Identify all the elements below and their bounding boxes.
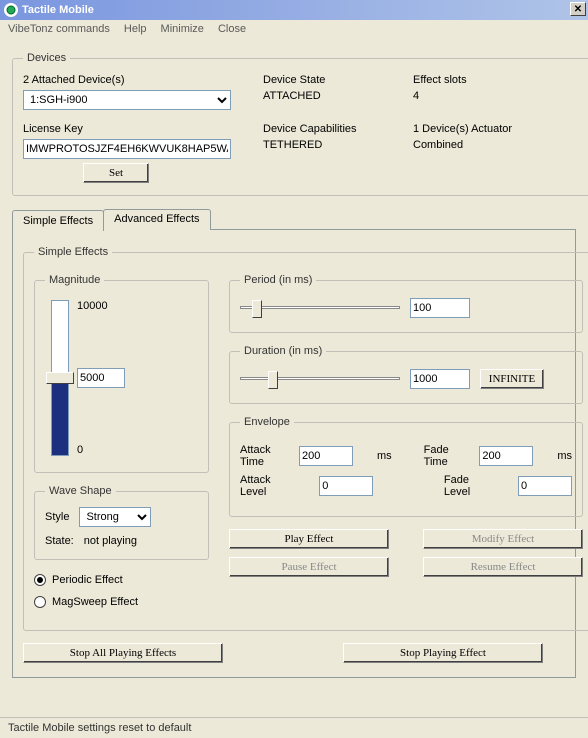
radio-periodic[interactable]: Periodic Effect xyxy=(34,574,209,586)
fade-time-label: Fade Time xyxy=(424,444,456,468)
magnitude-legend: Magnitude xyxy=(45,274,104,286)
device-caps-value: TETHERED xyxy=(263,139,322,151)
actuator-value: Combined xyxy=(413,139,463,151)
window-title: Tactile Mobile xyxy=(22,4,94,16)
magnitude-min: 0 xyxy=(77,444,125,456)
attack-level-label: Attack Level xyxy=(240,474,295,498)
magnitude-max: 10000 xyxy=(77,300,125,312)
duration-input[interactable] xyxy=(410,369,470,389)
resume-effect-button[interactable]: Resume Effect xyxy=(423,557,583,577)
devices-group: Devices 2 Attached Device(s) 1:SGH-i900 … xyxy=(12,52,588,196)
fade-level-label: Fade Level xyxy=(444,474,494,498)
pause-effect-button[interactable]: Pause Effect xyxy=(229,557,389,577)
device-state-value: ATTACHED xyxy=(263,90,321,102)
style-select[interactable]: Strong xyxy=(79,507,151,527)
radio-icon xyxy=(34,574,46,586)
attack-time-label: Attack Time xyxy=(240,444,275,468)
period-group: Period (in ms) xyxy=(229,274,583,333)
envelope-group: Envelope Attack Time ms Fade Time ms Att… xyxy=(229,416,583,517)
actuator-label: 1 Device(s) Actuator xyxy=(413,123,583,135)
magnitude-input[interactable] xyxy=(77,368,125,388)
period-slider[interactable] xyxy=(240,296,400,320)
waveshape-group: Wave Shape Style Strong State: not playi… xyxy=(34,485,209,560)
envelope-legend: Envelope xyxy=(240,416,294,428)
fade-time-input[interactable] xyxy=(479,446,533,466)
period-legend: Period (in ms) xyxy=(240,274,316,286)
period-input[interactable] xyxy=(410,298,470,318)
attack-level-input[interactable] xyxy=(319,476,373,496)
magnitude-group: Magnitude 10000 0 xyxy=(34,274,209,473)
stop-all-button[interactable]: Stop All Playing Effects xyxy=(23,643,223,663)
radio-magsweep-label: MagSweep Effect xyxy=(52,596,138,608)
play-effect-button[interactable]: Play Effect xyxy=(229,529,389,549)
attack-time-input[interactable] xyxy=(299,446,353,466)
state-value: not playing xyxy=(84,535,137,547)
radio-magsweep[interactable]: MagSweep Effect xyxy=(34,596,209,608)
devices-legend: Devices xyxy=(23,52,70,64)
menu-vibetonz[interactable]: VibeTonz commands xyxy=(8,23,110,35)
effect-slots-value: 4 xyxy=(413,90,419,102)
modify-effect-button[interactable]: Modify Effect xyxy=(423,529,583,549)
device-caps-label: Device Capabilities xyxy=(263,123,413,135)
app-icon xyxy=(4,3,18,17)
close-icon[interactable]: ✕ xyxy=(570,2,586,16)
magnitude-slider-thumb[interactable] xyxy=(46,372,74,384)
state-label: State: xyxy=(45,535,74,547)
tab-advanced-effects[interactable]: Advanced Effects xyxy=(103,209,210,230)
tab-simple-effects[interactable]: Simple Effects xyxy=(12,210,104,231)
menu-help[interactable]: Help xyxy=(124,23,147,35)
duration-legend: Duration (in ms) xyxy=(240,345,326,357)
tab-pane-simple: Simple Effects Magnitude 10000 xyxy=(12,229,576,678)
period-slider-thumb[interactable] xyxy=(252,300,262,318)
simple-effects-group: Simple Effects Magnitude 10000 xyxy=(23,246,588,631)
duration-group: Duration (in ms) INFINITE xyxy=(229,345,583,404)
device-select[interactable]: 1:SGH-i900 xyxy=(23,90,231,110)
attached-devices-label: 2 Attached Device(s) xyxy=(23,74,263,86)
magnitude-slider[interactable] xyxy=(51,300,69,456)
fade-level-input[interactable] xyxy=(518,476,572,496)
menu-close[interactable]: Close xyxy=(218,23,246,35)
duration-slider-thumb[interactable] xyxy=(268,371,278,389)
radio-periodic-label: Periodic Effect xyxy=(52,574,123,586)
menu-minimize[interactable]: Minimize xyxy=(161,23,204,35)
fade-time-unit: ms xyxy=(557,450,572,462)
device-state-label: Device State xyxy=(263,74,413,86)
set-button[interactable]: Set xyxy=(83,163,149,183)
style-label: Style xyxy=(45,511,69,523)
tabs: Simple Effects Advanced Effects xyxy=(12,208,576,229)
status-bar: Tactile Mobile settings reset to default xyxy=(0,717,588,738)
waveshape-legend: Wave Shape xyxy=(45,485,116,497)
radio-icon xyxy=(34,596,46,608)
license-key-input[interactable] xyxy=(23,139,231,159)
attack-time-unit: ms xyxy=(377,450,392,462)
simple-effects-legend: Simple Effects xyxy=(34,246,112,258)
infinite-button[interactable]: INFINITE xyxy=(480,369,544,389)
menubar: VibeTonz commands Help Minimize Close xyxy=(0,20,588,38)
effect-slots-label: Effect slots xyxy=(413,74,583,86)
duration-slider[interactable] xyxy=(240,367,400,391)
license-key-label: License Key xyxy=(23,123,263,135)
titlebar: Tactile Mobile ✕ xyxy=(0,0,588,20)
stop-playing-button[interactable]: Stop Playing Effect xyxy=(343,643,543,663)
